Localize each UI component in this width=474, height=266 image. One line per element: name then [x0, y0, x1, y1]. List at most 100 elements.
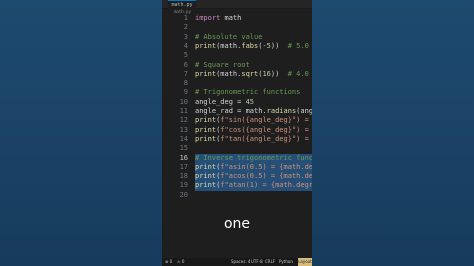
code-token: # Trigonometric functions	[195, 88, 301, 97]
code-line[interactable]: 7 print(math.sqrt(16)) # 4.0	[162, 70, 312, 79]
status-eol[interactable]: CRLF	[265, 258, 275, 266]
line-number: 4	[183, 41, 188, 50]
code-line[interactable]: 18 print(f"acos(0.5) = {math.degrees	[162, 172, 312, 182]
code-token: -5	[262, 41, 271, 50]
code-text[interactable]: angle_rad = math.radians(angle_deg	[195, 107, 312, 116]
line-number: 10	[179, 97, 188, 106]
code-token: 16	[262, 69, 271, 78]
line-number: 11	[179, 107, 188, 115]
line-number: 1	[183, 14, 188, 22]
tab-bar: math.py	[162, 0, 312, 9]
code-token: print	[195, 125, 217, 134]
code-line[interactable]: 1 import math	[162, 14, 312, 23]
code-token: print	[195, 116, 217, 125]
code-token: f"sin({angle_deg}°) = {math	[220, 116, 309, 125]
line-number: 17	[179, 162, 188, 171]
code-text[interactable]: print(f"tan({angle_deg}°) = {math	[195, 135, 312, 144]
code-token: # 5.0	[287, 41, 309, 50]
code-token: (math.	[216, 41, 242, 50]
code-token: angle_rad = math.	[195, 107, 267, 115]
code-line[interactable]: 6 # Square root	[162, 61, 312, 70]
code-token: print	[195, 41, 217, 50]
line-number: 19	[179, 181, 188, 190]
code-token: f"tan({angle_deg}°) = {math	[220, 134, 309, 143]
code-token: print	[195, 134, 217, 143]
code-token: radians	[266, 107, 297, 115]
code-text[interactable]: angle_deg = 45	[195, 98, 312, 107]
background-left	[0, 0, 162, 266]
code-token: f"cos({angle_deg}°) = {math	[220, 125, 309, 134]
code-token: math	[220, 14, 242, 22]
status-layout[interactable]: Layout	[298, 258, 312, 266]
code-editor[interactable]: 1 import math 2 3 # Absolute value 4 print(mat…	[162, 12, 312, 199]
status-spaces[interactable]: Spaces: 4	[231, 258, 250, 266]
code-token: # Square root	[195, 60, 250, 69]
code-token: print	[195, 69, 217, 78]
code-token: f"asin(0.5) = {math.degrees	[220, 162, 312, 171]
code-token: print	[195, 172, 217, 181]
line-number: 14	[179, 134, 188, 143]
code-line[interactable]: 16 # Inverse trigonometric functions	[162, 153, 312, 163]
code-text[interactable]: # Absolute value	[195, 33, 312, 42]
line-number: 3	[183, 32, 188, 41]
code-text[interactable]: # Trigonometric functions	[195, 88, 312, 97]
code-line[interactable]: 19 print(f"atan(1) = {math.degrees(m	[162, 181, 312, 191]
code-line[interactable]: 17 print(f"asin(0.5) = {math.degrees	[162, 162, 312, 173]
code-token: print	[195, 162, 217, 171]
code-token: ))	[270, 41, 288, 50]
code-line[interactable]: 10 angle_deg = 45	[162, 98, 312, 107]
status-warnings[interactable]: ⚠ 0	[177, 258, 184, 266]
video-caption: one	[223, 216, 251, 232]
status-language[interactable]: Python	[279, 258, 293, 266]
code-line[interactable]: 8	[162, 79, 312, 88]
tab-math-py[interactable]: math.py	[168, 0, 196, 9]
code-token: sqrt	[241, 69, 259, 78]
line-number: 15	[179, 144, 188, 153]
line-number: 20	[179, 190, 188, 199]
line-number: 9	[183, 88, 188, 97]
code-token: fabs	[241, 41, 259, 50]
line-number: 5	[183, 51, 188, 60]
code-token: print	[195, 181, 217, 190]
code-line[interactable]: 5	[162, 51, 312, 60]
code-token: # 4.0	[287, 69, 309, 78]
code-token: # Inverse trigonometric functions	[195, 153, 312, 162]
code-line[interactable]: 4 print(math.fabs(-5)) # 5.0	[162, 42, 312, 51]
line-number: 13	[179, 125, 188, 134]
code-line[interactable]: 20	[162, 191, 312, 200]
code-text[interactable]: print(f"acos(0.5) = {math.degrees	[195, 172, 312, 182]
code-line[interactable]: 3 # Absolute value	[162, 33, 312, 42]
code-line[interactable]: 12 print(f"sin({angle_deg}°) = {math	[162, 116, 312, 125]
code-line[interactable]: 9 # Trigonometric functions	[162, 88, 312, 97]
code-line[interactable]: 11 angle_rad = math.radians(angle_deg	[162, 107, 312, 116]
code-text[interactable]: print(f"asin(0.5) = {math.degrees	[195, 162, 312, 173]
line-number: 8	[183, 79, 188, 88]
status-encoding[interactable]: UTF-8	[251, 258, 263, 266]
code-token: import	[195, 14, 221, 22]
status-bar: ⊗ 0 ⚠ 0 Spaces: 4 UTF-8 CRLF Python Layo…	[162, 258, 312, 266]
line-number: 18	[179, 172, 188, 181]
line-number: 2	[183, 23, 188, 32]
code-line[interactable]: 2	[162, 23, 312, 32]
code-line[interactable]: 14 print(f"tan({angle_deg}°) = {math	[162, 135, 312, 144]
background-right	[312, 0, 474, 266]
code-text[interactable]: # Square root	[195, 61, 312, 70]
code-text[interactable]: print(f"atan(1) = {math.degrees(m	[195, 181, 312, 191]
code-text[interactable]: print(math.sqrt(16)) # 4.0	[195, 70, 312, 79]
line-number: 16	[179, 153, 188, 162]
code-token: # Absolute value	[195, 32, 263, 41]
status-errors[interactable]: ⊗ 0	[165, 258, 172, 266]
code-token: f"atan(1) = {math.degrees(m	[220, 181, 312, 190]
code-text[interactable]: print(f"cos({angle_deg}°) = {math	[195, 126, 312, 135]
code-token: 45	[245, 97, 255, 106]
code-token: (math.	[216, 69, 242, 78]
line-number: 12	[179, 116, 188, 125]
code-line[interactable]: 15	[162, 144, 312, 153]
code-text[interactable]: # Inverse trigonometric functions	[195, 153, 312, 163]
code-token: f"acos(0.5) = {math.degrees	[220, 172, 312, 181]
code-line[interactable]: 13 print(f"cos({angle_deg}°) = {math	[162, 126, 312, 135]
code-token: angle_deg =	[195, 97, 246, 106]
code-text[interactable]: print(math.fabs(-5)) # 5.0	[195, 42, 312, 51]
code-text[interactable]: import math	[195, 14, 312, 23]
code-text[interactable]: print(f"sin({angle_deg}°) = {math	[195, 116, 312, 125]
